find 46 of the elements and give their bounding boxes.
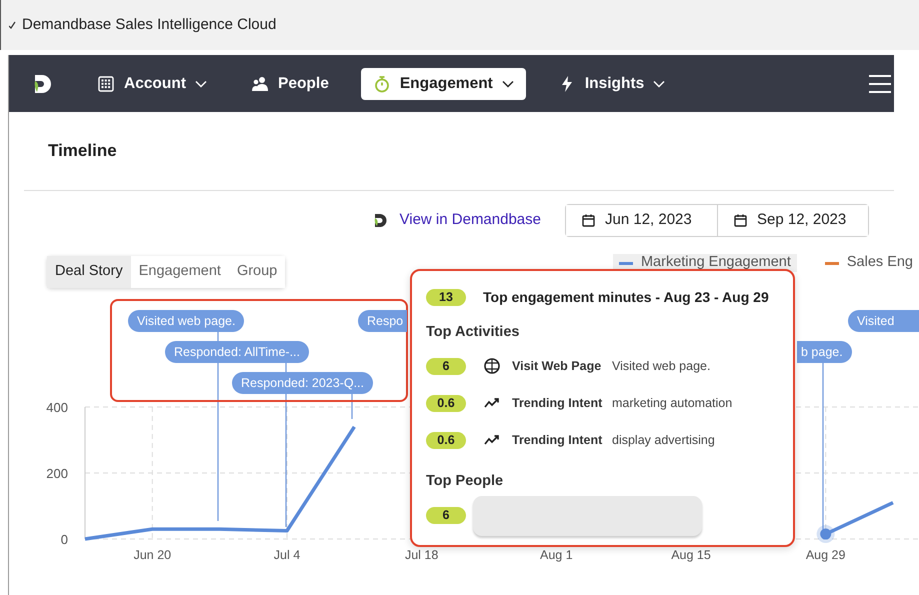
section-heading: Top Activities	[426, 323, 520, 342]
people-icon	[251, 74, 269, 92]
activity-type: Visit Web Page	[512, 358, 602, 375]
event-line	[351, 394, 353, 419]
activity-type: Trending Intent	[512, 432, 604, 449]
activity-detail: Visited web page.	[612, 358, 710, 375]
view-link[interactable]: View in Demandbase	[400, 208, 541, 232]
view-tab[interactable]: Engagement	[130, 256, 229, 288]
view-tab[interactable]: Deal Story	[47, 256, 131, 288]
axis-label: Jul 18	[404, 548, 438, 562]
legend-item[interactable]: Sales Eng	[818, 254, 919, 272]
axis-label: Aug 15	[671, 548, 711, 562]
activity-type: Trending Intent	[512, 394, 604, 412]
activity-detail: display advertising	[612, 432, 715, 449]
section-heading: Top People	[426, 472, 504, 491]
building-icon	[97, 74, 115, 92]
score-badge: 13	[426, 289, 466, 306]
window-title: Demandbase Sales Intelligence Cloud	[22, 14, 276, 35]
globe-icon	[483, 357, 501, 376]
selected-point	[816, 525, 835, 544]
check-icon	[9, 21, 16, 29]
axis-label: 400	[46, 400, 68, 415]
nav-tab[interactable]: People	[239, 68, 341, 100]
score-badge: 0.6	[426, 432, 466, 449]
axis-label: Jul 4	[274, 548, 300, 562]
nav-tab[interactable]: Engagement	[360, 68, 526, 100]
view-tab[interactable]: Group	[228, 256, 286, 288]
date-button[interactable]: Sep 12, 2023	[717, 204, 868, 236]
tooltip-title: Top engagement minutes - Aug 23 - Aug 29	[483, 288, 769, 307]
axis-label: 200	[46, 466, 68, 481]
score-badge: 6	[426, 507, 466, 524]
calendar-icon	[582, 214, 595, 226]
page-title: Timeline	[48, 140, 117, 162]
stopwatch-icon	[372, 74, 391, 92]
axis-label: Aug 29	[806, 548, 846, 562]
score-badge: 6	[426, 358, 466, 375]
nav-tab[interactable]: Account	[85, 68, 219, 100]
calendar-icon	[734, 214, 747, 226]
axis-label: 0	[60, 532, 68, 547]
axis-label: Jun 20	[134, 548, 172, 562]
logo-icon	[374, 212, 388, 228]
activity-detail: marketing automation	[612, 394, 732, 412]
nav-tab[interactable]: Insights	[546, 68, 678, 100]
axis-label: Aug 1	[540, 548, 573, 562]
score-badge: 0.6	[426, 394, 466, 412]
menu-icon[interactable]	[869, 74, 891, 94]
